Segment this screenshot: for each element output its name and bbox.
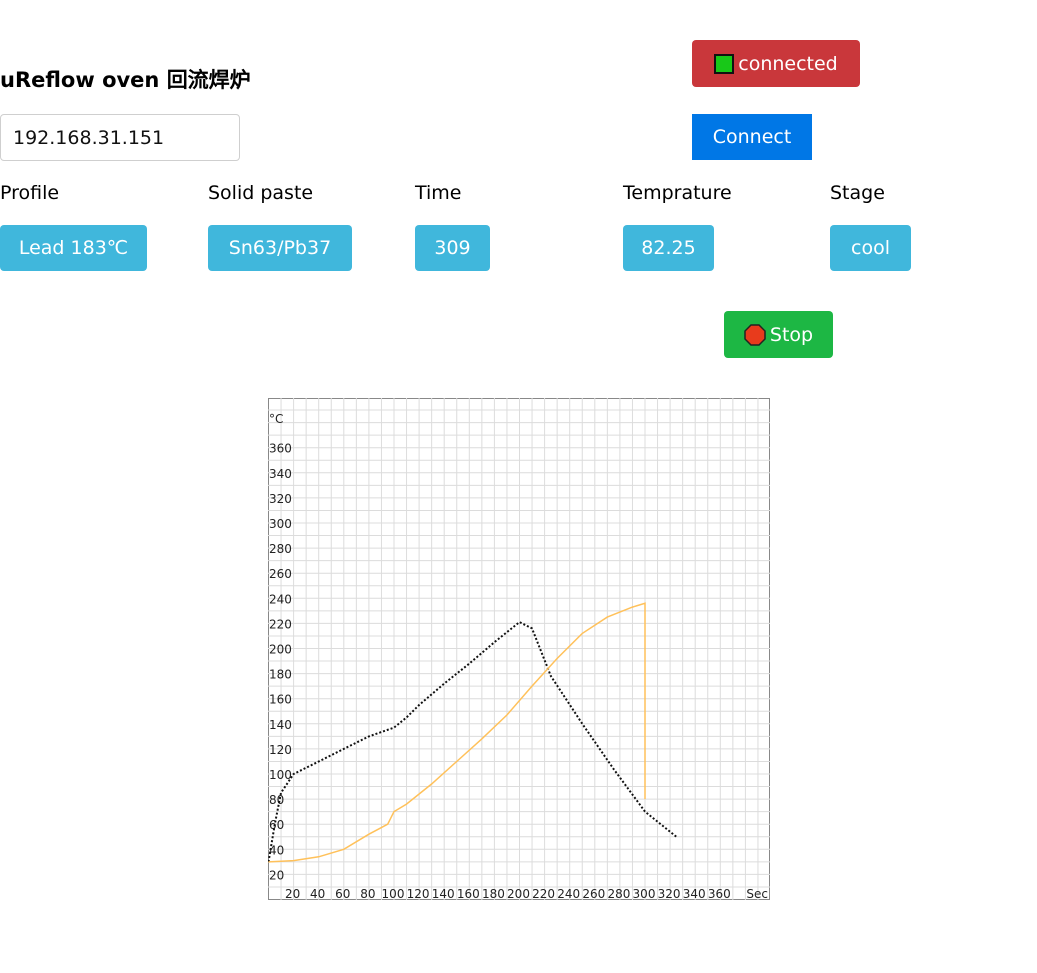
x-tick-label: 360 (708, 887, 731, 900)
x-tick-label: 20 (285, 887, 300, 900)
y-tick-label: 180 (269, 668, 292, 682)
profile-label: Profile (0, 182, 60, 204)
x-tick-label: 220 (532, 887, 555, 900)
x-tick-label: 120 (407, 887, 430, 900)
x-tick-label: 60 (335, 887, 350, 900)
stage-badge: cool (830, 225, 911, 271)
y-tick-label: 260 (269, 567, 292, 581)
x-tick-label: 340 (683, 887, 706, 900)
stop-label: Stop (769, 323, 814, 346)
profile-badge[interactable]: Lead 183℃ (0, 225, 147, 271)
stop-icon (744, 323, 766, 346)
time-badge: 309 (415, 225, 490, 271)
connect-button[interactable]: Connect (692, 114, 812, 160)
ip-address-input[interactable] (0, 114, 240, 161)
y-tick-label: 320 (269, 492, 292, 506)
y-tick-label: 200 (269, 643, 292, 657)
y-tick-label: 360 (269, 442, 292, 456)
x-tick-label: 260 (582, 887, 605, 900)
x-axis-label: Sec (746, 887, 768, 900)
x-tick-label: 240 (557, 887, 580, 900)
x-tick-label: 180 (482, 887, 505, 900)
y-tick-label: 80 (269, 793, 284, 807)
y-axis-label: °C (269, 412, 283, 426)
stage-label: Stage (830, 182, 885, 204)
y-tick-label: 120 (269, 743, 292, 757)
solid-paste-label: Solid paste (208, 182, 314, 204)
y-tick-label: 20 (269, 868, 284, 882)
y-tick-label: 60 (269, 818, 284, 832)
y-tick-label: 240 (269, 592, 292, 606)
y-tick-label: 300 (269, 517, 292, 531)
y-tick-label: 220 (269, 617, 292, 631)
time-label: Time (415, 182, 462, 204)
y-tick-label: 280 (269, 542, 292, 556)
temperature-chart: 20 40 60 80 100 120 140 160 180 200 220 240 260 280 30… (268, 398, 770, 900)
x-tick-label: 160 (457, 887, 480, 900)
temperature-chart-svg: 20 40 60 80 100 120 140 160 180 200 220 240 260 280 30… (268, 398, 770, 900)
y-tick-label: 340 (269, 467, 292, 481)
status-indicator-icon (714, 53, 735, 74)
solid-paste-badge[interactable]: Sn63/Pb37 (208, 225, 352, 271)
x-tick-label: 320 (658, 887, 681, 900)
x-tick-label: 140 (432, 887, 455, 900)
page-title: uReflow oven 回流焊炉 (0, 68, 251, 92)
stop-button[interactable]: Stop (724, 311, 833, 358)
y-tick-label: 160 (269, 693, 292, 707)
temperature-badge: 82.25 (623, 225, 714, 271)
x-tick-label: 100 (382, 887, 405, 900)
temperature-label: Temprature (623, 182, 732, 204)
x-tick-label: 280 (607, 887, 630, 900)
x-tick-label: 200 (507, 887, 530, 900)
y-tick-label: 140 (269, 718, 292, 732)
connection-status-button[interactable]: connected (692, 40, 860, 87)
x-tick-label: 80 (360, 887, 375, 900)
x-tick-label: 300 (633, 887, 656, 900)
x-tick-label: 40 (310, 887, 325, 900)
status-label: connected (738, 52, 838, 75)
